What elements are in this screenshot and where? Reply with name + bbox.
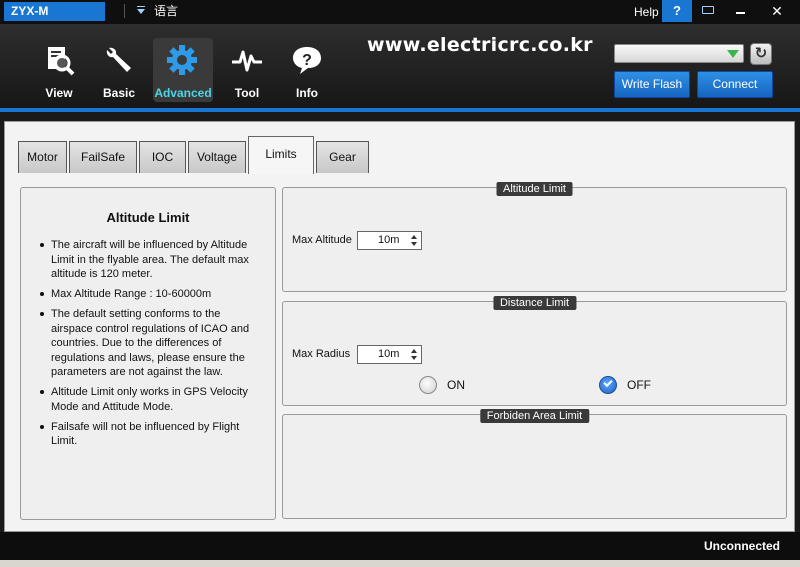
status-bar: Unconnected — [0, 532, 800, 560]
toolbar-advanced[interactable]: Advanced — [153, 38, 213, 102]
max-radius-spinbox[interactable]: 10m — [357, 345, 422, 364]
info-text: Max Altitude Range : 10-60000m — [51, 288, 212, 300]
max-radius-value: 10m — [378, 348, 400, 360]
tab-limits[interactable]: Limits — [248, 136, 314, 174]
forbidden-area-title: Forbiden Area Limit — [479, 409, 590, 423]
forbidden-off-radio[interactable] — [599, 376, 617, 394]
wrench-icon — [106, 47, 131, 72]
list-item: Failsafe will not be influenced by Fligh… — [37, 420, 259, 449]
altitude-limit-title: Altitude Limit — [496, 182, 573, 196]
spin-down-icon[interactable] — [411, 356, 417, 360]
spin-up-icon[interactable] — [411, 349, 417, 353]
device-select[interactable] — [614, 44, 744, 63]
dropdown-arrow-icon — [727, 50, 739, 58]
toolbar-info[interactable]: ? Info — [278, 38, 336, 102]
toolbar-view-label: View — [45, 86, 73, 100]
tab-voltage[interactable]: Voltage — [188, 141, 246, 173]
tab-motor[interactable]: Motor — [18, 141, 67, 173]
write-flash-button[interactable]: Write Flash — [614, 71, 690, 98]
checkmark-icon — [603, 377, 613, 388]
dropdown-arrow-icon — [137, 9, 145, 14]
info-text: Failsafe will not be influenced by Fligh… — [51, 420, 240, 448]
list-item: The default setting conforms to the airs… — [37, 307, 259, 380]
separator — [124, 4, 125, 18]
toolbar-info-label: Info — [296, 86, 318, 100]
close-button[interactable]: ✕ — [762, 0, 792, 22]
gear-icon — [167, 45, 197, 75]
forbidden-off-label[interactable]: OFF — [627, 378, 651, 392]
tab-ioc[interactable]: IOC — [139, 141, 186, 173]
help-label[interactable]: Help — [634, 0, 659, 24]
list-item: The aircraft will be influenced by Altit… — [37, 238, 259, 282]
toolbar-view[interactable]: View — [30, 38, 88, 102]
refresh-button[interactable]: ↻ — [750, 43, 772, 65]
svg-text:?: ? — [302, 52, 312, 69]
info-text: Altitude Limit only works in GPS Velocit… — [51, 386, 248, 413]
pulse-icon — [232, 50, 262, 72]
message-button[interactable] — [693, 0, 723, 22]
toolbar-tool[interactable]: Tool — [218, 38, 276, 102]
app-title: ZYX-M Assistant — [4, 2, 105, 37]
language-label: 语言 — [154, 4, 179, 18]
forbidden-on-label[interactable]: ON — [447, 378, 465, 392]
minimize-icon — [736, 12, 745, 14]
info-text: The default setting conforms to the airs… — [51, 308, 250, 378]
toolbar-basic[interactable]: Basic — [90, 38, 148, 102]
list-item: Altitude Limit only works in GPS Velocit… — [37, 385, 259, 414]
tab-page: Motor FailSafe IOC Voltage Limits Gear A… — [4, 121, 795, 532]
minimize-button[interactable] — [726, 0, 756, 22]
message-icon — [702, 6, 714, 14]
max-radius-label: Max Radius — [292, 348, 351, 360]
toolbar-tool-label: Tool — [234, 86, 260, 100]
forbidden-area-group: Forbiden Area Limit — [282, 409, 787, 519]
toolbar-advanced-label: Advanced — [154, 86, 212, 100]
connect-button[interactable]: Connect — [697, 71, 773, 98]
toolbar-basic-label: Basic — [102, 86, 136, 100]
title-bar: ZYX-M Assistant 语言 Help ? ✕ — [0, 0, 800, 37]
list-item: Max Altitude Range : 10-60000m — [37, 287, 259, 302]
forbidden-area-options: ON OFF — [281, 221, 786, 394]
bottom-strip — [0, 560, 800, 567]
brand-text: www.electricrc.co.kr — [367, 34, 593, 56]
help-button[interactable]: ? — [662, 0, 692, 22]
dropdown-line-icon — [137, 6, 145, 7]
view-icon — [48, 47, 75, 76]
language-menu[interactable]: 语言 — [124, 0, 194, 22]
tab-failsafe[interactable]: FailSafe — [69, 141, 137, 173]
info-text: The aircraft will be influenced by Altit… — [51, 239, 249, 280]
info-bubble-icon: ? — [293, 47, 321, 74]
connection-status: Unconnected — [703, 539, 780, 553]
tab-gear[interactable]: Gear — [316, 141, 369, 173]
info-list: The aircraft will be influenced by Altit… — [37, 238, 259, 454]
info-title: Altitude Limit — [106, 210, 190, 225]
forbidden-on-radio[interactable] — [419, 376, 437, 394]
info-panel: Altitude Limit The aircraft will be infl… — [20, 187, 276, 520]
